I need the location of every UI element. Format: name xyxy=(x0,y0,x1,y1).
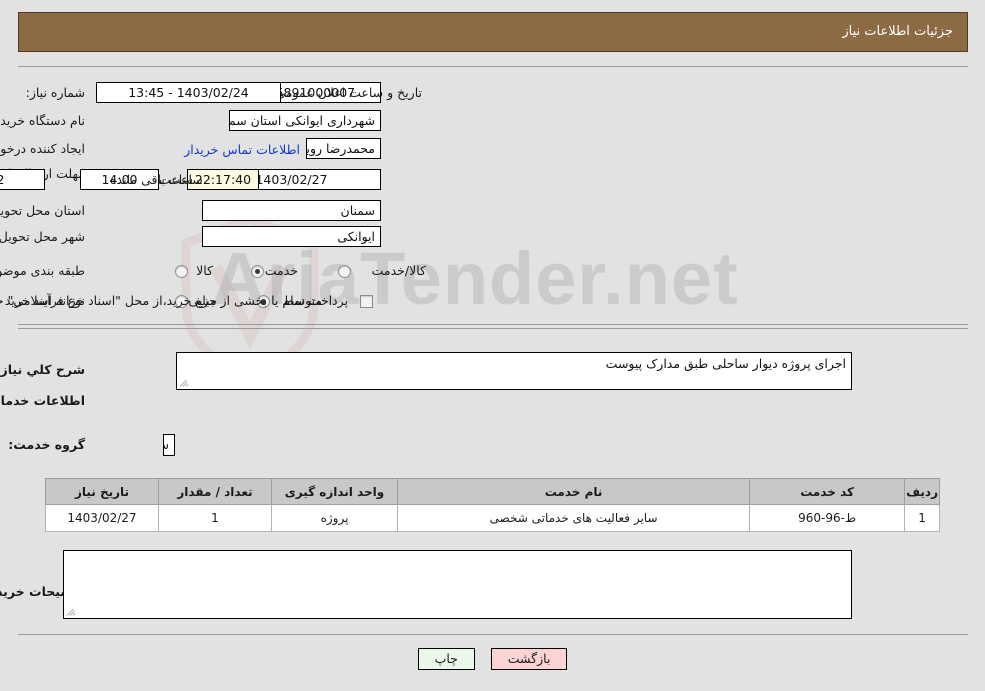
buyer-org-value: شهرداری ایوانکی استان سمنان xyxy=(229,110,381,131)
general-description-textarea[interactable]: اجرای پروژه دیوار ساحلی طبق مدارک پیوست xyxy=(176,352,852,390)
province-value: سمنان xyxy=(202,200,381,221)
service-group-label: گروه خدمت: xyxy=(8,437,85,452)
deadline-days: 2 xyxy=(0,169,45,190)
table-header-row: ردیف کد خدمت نام خدمت واحد اندازه گیری ت… xyxy=(45,478,940,505)
category-option-khedmat: خدمت xyxy=(264,263,298,278)
services-table: ردیف کد خدمت نام خدمت واحد اندازه گیری ت… xyxy=(45,478,940,532)
category-radio-khedmat[interactable] xyxy=(251,265,264,278)
print-button[interactable]: چاپ xyxy=(417,648,475,670)
cell-qty: 1 xyxy=(158,504,272,532)
action-buttons: بازگشت چاپ xyxy=(0,648,985,670)
table-col-date: تاریخ نیاز xyxy=(45,478,159,505)
general-description-value: اجرای پروژه دیوار ساحلی طبق مدارک پیوست xyxy=(605,356,846,371)
cell-radif: 1 xyxy=(904,504,940,532)
announce-datetime-label: تاریخ و ساعت اعلان عمومی: xyxy=(271,85,422,100)
buyer-notes-textarea[interactable] xyxy=(63,550,852,619)
buyer-org-label: نام دستگاه خریدار: xyxy=(0,113,85,128)
services-section-heading: اطلاعات خدمات مورد نیاز xyxy=(0,393,85,408)
category-option-kala: کالا xyxy=(196,263,213,278)
page-title: جزئیات اطلاعات نیاز xyxy=(842,24,953,39)
deadline-countdown-label: ساعت باقی مانده xyxy=(110,172,203,187)
back-button[interactable]: بازگشت xyxy=(490,648,568,670)
cell-date: 1403/02/27 xyxy=(45,504,159,532)
city-value: ایوانکی xyxy=(202,226,381,247)
table-col-name: نام خدمت xyxy=(396,478,751,505)
table-col-radif: ردیف xyxy=(904,478,940,505)
buyer-contact-link[interactable]: اطلاعات تماس خریدار xyxy=(184,142,300,157)
category-radio-kala-khedmat[interactable] xyxy=(338,265,351,278)
city-label: شهر محل تحویل: xyxy=(0,229,85,244)
table-row: 1 ط-96-960 سایر فعالیت های خدماتی شخصی پ… xyxy=(45,504,940,532)
cell-code: ط-96-960 xyxy=(749,504,906,532)
need-number-label: شماره نیاز: xyxy=(25,85,85,100)
creator-value: محمدرضا رویانی کارپرداز شهرداری ایوانکی … xyxy=(306,138,381,159)
treasury-bond-checkbox[interactable] xyxy=(360,295,373,308)
resize-grip-icon[interactable] xyxy=(179,376,191,388)
creator-label: ایجاد کننده درخواست: xyxy=(0,141,85,156)
announce-datetime-value: 1403/02/24 - 13:45 xyxy=(96,82,281,103)
category-label: طبقه بندی موضوعی: xyxy=(0,263,85,278)
resize-grip-icon-2[interactable] xyxy=(66,605,78,617)
cell-unit: پروژه xyxy=(271,504,398,532)
province-label: استان محل تحویل: xyxy=(0,203,85,218)
service-group-value: سایر فعالیت‌های خدماتی xyxy=(163,434,175,456)
category-radio-kala[interactable] xyxy=(175,265,188,278)
table-col-qty: تعداد / مقدار xyxy=(158,478,272,505)
need-info-panel xyxy=(18,66,968,325)
table-col-unit: واحد اندازه گیری xyxy=(271,478,398,505)
page-title-bar: جزئیات اطلاعات نیاز xyxy=(18,12,968,52)
page-root: AriaTender.net جزئیات اطلاعات نیاز شماره… xyxy=(0,0,985,691)
cell-name: سایر فعالیت های خدماتی شخصی xyxy=(396,504,751,532)
treasury-bond-label: پرداخت تمام یا بخشی از مبلغ خرید،از محل … xyxy=(0,293,348,308)
table-col-code: کد خدمت xyxy=(749,478,906,505)
category-option-kala-khedmat: کالا/خدمت xyxy=(371,263,426,278)
general-description-label: شرح کلي نیاز: xyxy=(0,362,85,377)
